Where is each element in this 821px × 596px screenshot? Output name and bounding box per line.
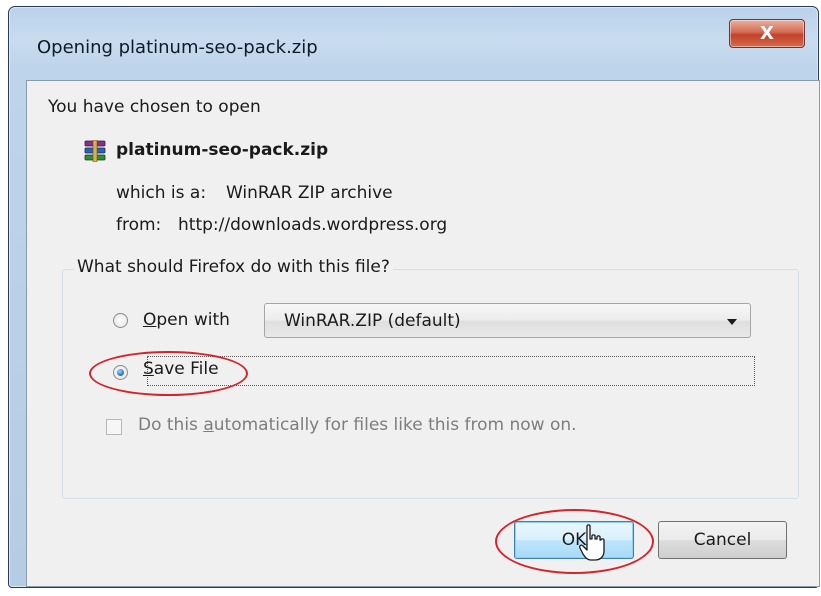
save-file-label[interactable]: Save File — [143, 359, 219, 379]
hand-cursor-icon — [579, 524, 605, 561]
winrar-archive-icon — [84, 140, 106, 162]
file-source-value: http://downloads.wordpress.org — [178, 215, 448, 235]
save-file-radio[interactable] — [113, 365, 128, 380]
chevron-down-icon — [727, 319, 737, 325]
window-title: Opening platinum-seo-pack.zip — [37, 37, 318, 58]
action-group-legend: What should Firefox do with this file? — [74, 257, 393, 277]
open-with-mnemonic: O — [143, 310, 157, 330]
file-type-value: WinRAR ZIP archive — [226, 183, 393, 203]
auto-action-label-after: utomatically for files like this from no… — [213, 415, 577, 435]
auto-action-checkbox[interactable] — [106, 419, 122, 435]
file-source-label: from: — [116, 215, 162, 235]
auto-action-label-before: Do this — [138, 415, 204, 435]
save-file-label-text: ave File — [153, 359, 219, 379]
file-type-label: which is a: — [116, 183, 207, 203]
ok-button[interactable]: OK — [514, 521, 634, 559]
close-button[interactable]: X — [729, 19, 805, 48]
save-file-mnemonic: S — [143, 359, 154, 379]
file-name: platinum-seo-pack.zip — [116, 140, 329, 160]
intro-text: You have chosen to open — [48, 97, 261, 117]
close-icon: X — [760, 23, 774, 44]
open-with-label[interactable]: Open with — [143, 310, 230, 330]
dialog-window: Opening platinum-seo-pack.zip X You have… — [8, 6, 820, 588]
focus-rectangle — [147, 356, 755, 386]
application-select[interactable]: WinRAR.ZIP (default) — [264, 303, 751, 338]
open-with-label-text: pen with — [156, 310, 230, 330]
open-with-radio[interactable] — [113, 313, 128, 328]
auto-action-mnemonic: a — [203, 415, 214, 435]
application-select-value: WinRAR.ZIP (default) — [284, 311, 461, 331]
dialog-content: You have chosen to open platinum-seo-pac… — [26, 80, 820, 587]
auto-action-label[interactable]: Do this automatically for files like thi… — [138, 415, 577, 435]
cancel-button[interactable]: Cancel — [658, 521, 787, 559]
